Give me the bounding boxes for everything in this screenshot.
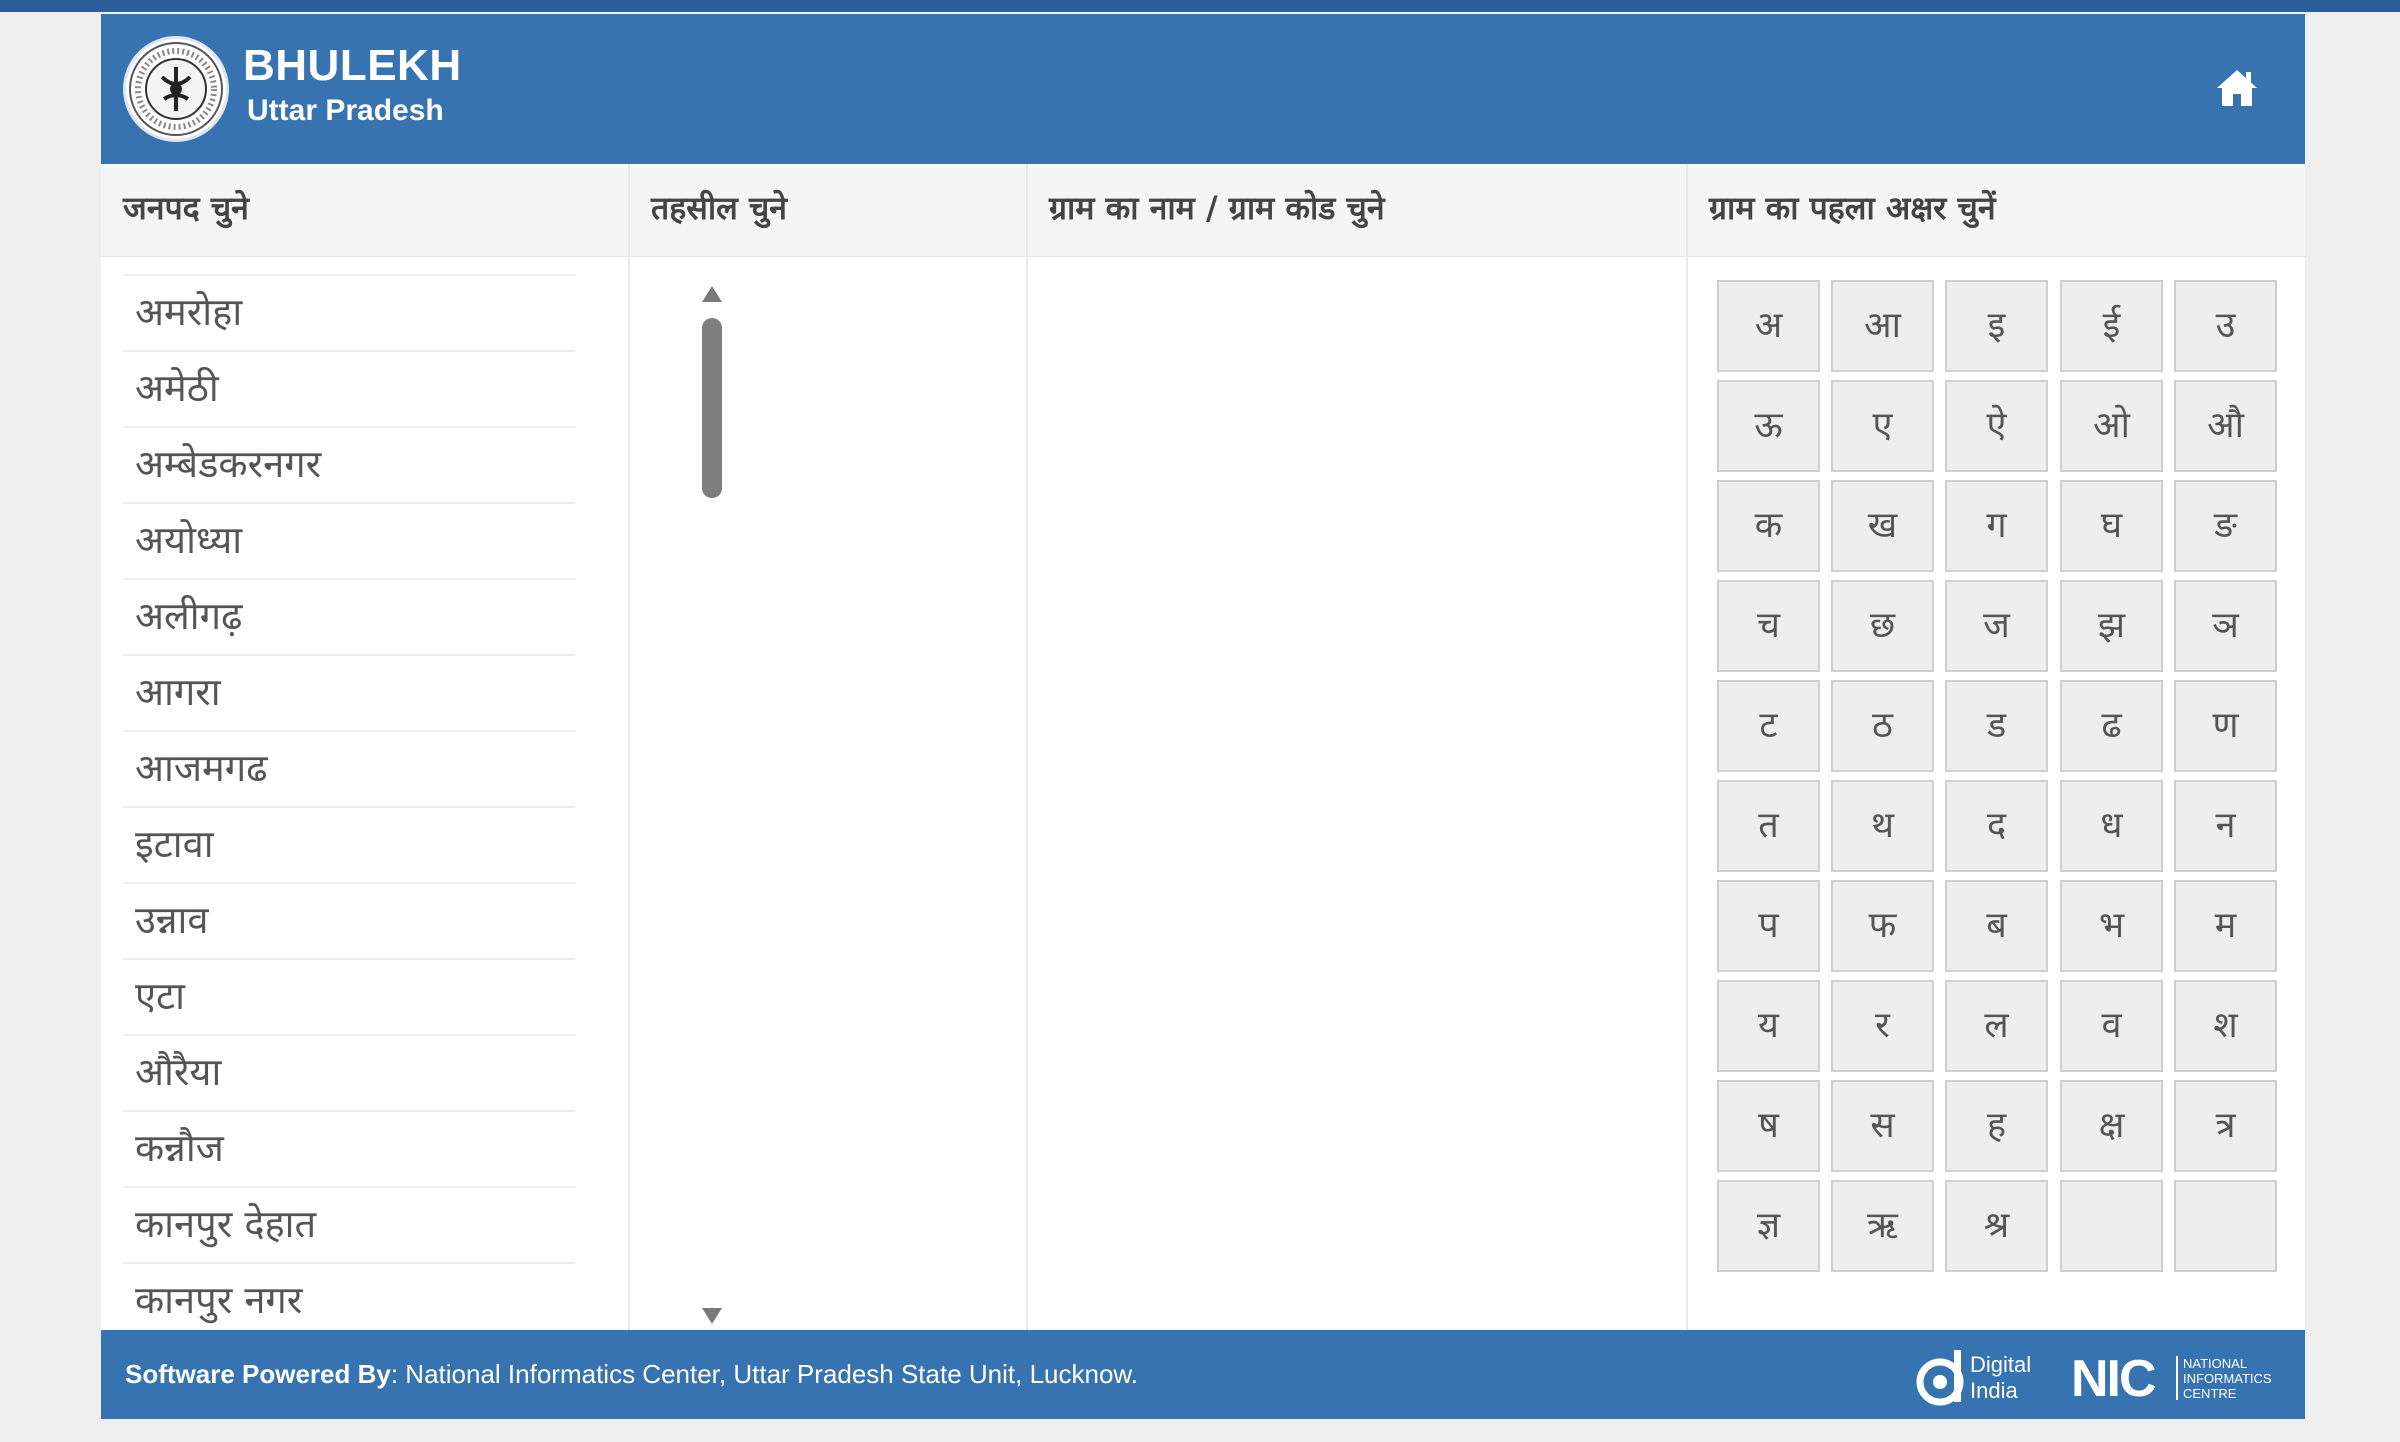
district-list-item[interactable]: अम्बेडकरनगर: [123, 426, 575, 502]
letter-button[interactable]: प: [1717, 880, 1820, 972]
letter-button[interactable]: इ: [1945, 280, 2048, 372]
district-list[interactable]: अमरोहा अमेठी अम्बेडकरनगर अयोध्या अलीगढ़ आगरा आ…: [123, 274, 575, 1334]
letter-button[interactable]: ह: [1945, 1080, 2048, 1172]
letter-button[interactable]: ऋ: [1831, 1180, 1934, 1272]
letter-button[interactable]: ट: [1717, 680, 1820, 772]
letter-button[interactable]: अ: [1717, 280, 1820, 372]
nic-logo-text: NIC: [2071, 1350, 2156, 1404]
letter-button[interactable]: ई: [2060, 280, 2163, 372]
letter-button[interactable]: ऊ: [1717, 380, 1820, 472]
letter-button[interactable]: ख: [1831, 480, 1934, 572]
letter-button[interactable]: स: [1831, 1080, 1934, 1172]
letter-button[interactable]: क: [1717, 480, 1820, 572]
letter-button[interactable]: ड: [1945, 680, 2048, 772]
column-header-row: जनपद चुने तहसील चुने ग्राम का नाम / ग्रा…: [101, 164, 2305, 257]
header-bar: BHULEKH Uttar Pradesh: [101, 14, 2305, 164]
letter-button[interactable]: म: [2174, 880, 2277, 972]
letter-button[interactable]: ओ: [2060, 380, 2163, 472]
district-list-item[interactable]: अयोध्या: [123, 502, 575, 578]
letter-button-empty: [2060, 1180, 2163, 1272]
digital-india-line1: Digital: [1970, 1352, 2031, 1377]
digital-india-line2: India: [1970, 1378, 2018, 1403]
letter-button-empty: [2174, 1180, 2277, 1272]
letter-button[interactable]: फ: [1831, 880, 1934, 972]
letter-button[interactable]: य: [1717, 980, 1820, 1072]
letter-button[interactable]: ढ: [2060, 680, 2163, 772]
letter-button[interactable]: ग: [1945, 480, 2048, 572]
district-list-scrollbar[interactable]: [702, 318, 722, 498]
letter-button[interactable]: ठ: [1831, 680, 1934, 772]
first-letter-column-header: ग्राम का पहला अक्षर चुनें: [1709, 189, 1996, 227]
home-icon[interactable]: [2213, 64, 2261, 112]
column-divider: [1686, 164, 1688, 1344]
letter-button[interactable]: छ: [1831, 580, 1934, 672]
letter-button[interactable]: उ: [2174, 280, 2277, 372]
letter-button[interactable]: ऐ: [1945, 380, 2048, 472]
footer-credit: Software Powered By: National Informatic…: [125, 1330, 1138, 1419]
letter-button[interactable]: ध: [2060, 780, 2163, 872]
letter-button[interactable]: ज्ञ: [1717, 1180, 1820, 1272]
footer-powered-text: : National Informatics Center, Uttar Pra…: [390, 1359, 1138, 1389]
letter-button[interactable]: न: [2174, 780, 2277, 872]
district-list-item[interactable]: कानपुर नगर: [123, 1262, 575, 1334]
letter-button[interactable]: झ: [2060, 580, 2163, 672]
letter-button[interactable]: श: [2174, 980, 2277, 1072]
nic-line1: NATIONAL: [2183, 1356, 2247, 1371]
district-list-item[interactable]: आजमगढ: [123, 730, 575, 806]
tehsil-column-header: तहसील चुने: [651, 189, 788, 227]
nic-logo-icon: NIC NATIONAL INFORMATICS CENTRE: [2069, 1350, 2279, 1404]
district-list-item[interactable]: अमरोहा: [123, 274, 575, 350]
district-list-item[interactable]: एटा: [123, 958, 575, 1034]
column-divider: [628, 164, 630, 1344]
letter-button[interactable]: ल: [1945, 980, 2048, 1072]
letter-button[interactable]: घ: [2060, 480, 2163, 572]
village-column-header: ग्राम का नाम / ग्राम कोड चुने: [1049, 189, 1385, 227]
letter-button[interactable]: भ: [2060, 880, 2163, 972]
letter-button[interactable]: क्ष: [2060, 1080, 2163, 1172]
footer-powered-label: Software Powered By: [125, 1359, 391, 1389]
letter-button[interactable]: ण: [2174, 680, 2277, 772]
letter-button[interactable]: ञ: [2174, 580, 2277, 672]
district-column-header: जनपद चुने: [123, 189, 249, 227]
column-divider: [1026, 164, 1028, 1344]
letter-button[interactable]: ङ: [2174, 480, 2277, 572]
app-title: BHULEKH: [243, 41, 462, 90]
main-container: BHULEKH Uttar Pradesh जनपद चुने तहसील चु…: [101, 14, 2305, 1419]
nic-line3: CENTRE: [2183, 1386, 2237, 1401]
district-list-item[interactable]: औरैया: [123, 1034, 575, 1110]
top-strip: [0, 0, 2400, 12]
letter-button[interactable]: ए: [1831, 380, 1934, 472]
letter-button[interactable]: श्र: [1945, 1180, 2048, 1272]
letter-button[interactable]: द: [1945, 780, 2048, 872]
district-list-item[interactable]: अलीगढ़: [123, 578, 575, 654]
letter-button[interactable]: थ: [1831, 780, 1934, 872]
scroll-up-arrow-icon[interactable]: [700, 284, 724, 304]
district-list-item[interactable]: कन्नौज: [123, 1110, 575, 1186]
letter-button[interactable]: आ: [1831, 280, 1934, 372]
district-list-item[interactable]: इटावा: [123, 806, 575, 882]
scroll-down-arrow-icon[interactable]: [700, 1306, 724, 1326]
district-list-item[interactable]: उन्नाव: [123, 882, 575, 958]
app-subtitle: Uttar Pradesh: [247, 94, 444, 127]
letter-button[interactable]: त: [1717, 780, 1820, 872]
footer-bar: Software Powered By: National Informatic…: [101, 1330, 2305, 1419]
up-govt-emblem-icon: [123, 36, 229, 142]
letter-button[interactable]: व: [2060, 980, 2163, 1072]
district-list-item[interactable]: कानपुर देहात: [123, 1186, 575, 1262]
digital-india-logo-icon: Digital India: [1914, 1344, 2054, 1408]
letter-button[interactable]: च: [1717, 580, 1820, 672]
letter-button[interactable]: र: [1831, 980, 1934, 1072]
nic-line2: INFORMATICS: [2183, 1371, 2272, 1386]
district-list-item[interactable]: अमेठी: [123, 350, 575, 426]
letter-button[interactable]: औ: [2174, 380, 2277, 472]
letter-button[interactable]: ज: [1945, 580, 2048, 672]
district-list-item[interactable]: आगरा: [123, 654, 575, 730]
letter-button[interactable]: ष: [1717, 1080, 1820, 1172]
letter-button[interactable]: ब: [1945, 880, 2048, 972]
letter-button[interactable]: त्र: [2174, 1080, 2277, 1172]
